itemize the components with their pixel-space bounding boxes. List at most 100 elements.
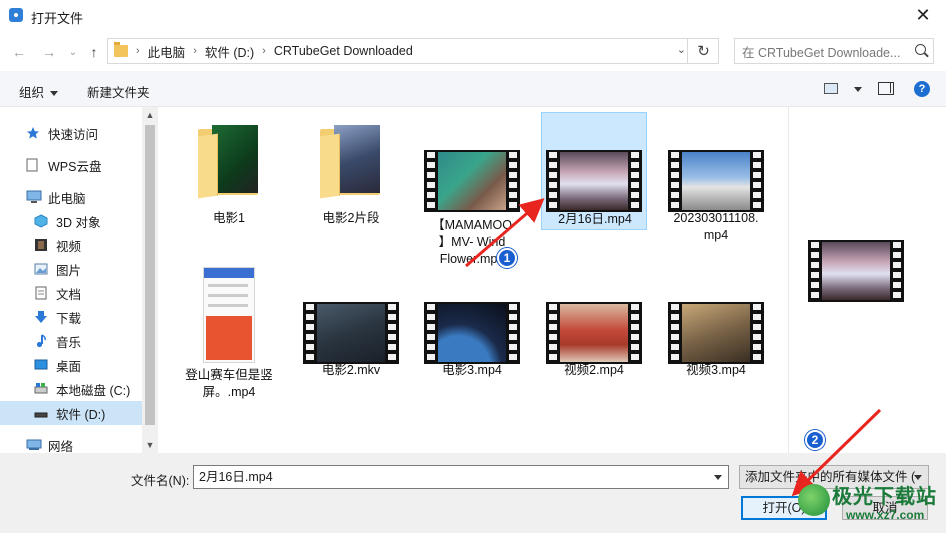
search-placeholder: 在 CRTubeGet Downloade... bbox=[742, 45, 901, 60]
step-badge-2: 2 bbox=[805, 430, 825, 450]
view-options-icon[interactable] bbox=[824, 83, 838, 94]
star-icon bbox=[26, 126, 42, 140]
file-item-video[interactable]: 202303011108. mp4 bbox=[663, 113, 769, 263]
network-icon bbox=[26, 438, 42, 452]
chevron-down-icon[interactable]: ⌄ bbox=[677, 43, 686, 56]
file-item-folder[interactable]: 电影1 bbox=[176, 113, 282, 231]
file-name: 202303011108. mp4 bbox=[663, 210, 769, 244]
file-name-line: 【MAMAMOO bbox=[432, 218, 512, 232]
up-button[interactable]: ↑ bbox=[83, 41, 105, 63]
sidebar-item-drive-d[interactable]: 软件 (D:) bbox=[0, 401, 142, 425]
address-bar[interactable]: › 此电脑 › 软件 (D:) › CRTubeGet Downloaded ⌄ bbox=[107, 38, 719, 64]
title-bar: 打开文件 ✕ bbox=[0, 0, 946, 31]
sidebar-item-label: 图片 bbox=[56, 263, 82, 278]
video-thumbnail bbox=[668, 150, 764, 212]
file-name-line: 登山赛车但是竖 bbox=[185, 368, 273, 382]
file-item-folder[interactable]: 电影2片段 bbox=[298, 113, 404, 231]
sidebar-item-documents[interactable]: 文档 bbox=[0, 281, 142, 305]
video-thumbnail bbox=[546, 150, 642, 212]
video-thumbnail bbox=[303, 302, 399, 364]
sidebar-scrollbar[interactable]: ▲ ▼ bbox=[142, 107, 158, 453]
organize-menu[interactable]: 组织 bbox=[19, 82, 59, 101]
scroll-up-icon[interactable]: ▲ bbox=[142, 107, 158, 123]
drive-icon bbox=[34, 382, 50, 396]
watermark-logo-icon bbox=[798, 484, 830, 516]
sidebar-item-desktop[interactable]: 桌面 bbox=[0, 353, 142, 377]
breadcrumb-folder[interactable]: CRTubeGet Downloaded bbox=[274, 44, 413, 58]
step-badge-1: 1 bbox=[497, 248, 517, 268]
sidebar-item-videos[interactable]: 视频 bbox=[0, 233, 142, 257]
scroll-down-icon[interactable]: ▼ bbox=[142, 437, 158, 453]
sidebar-item-this-pc[interactable]: 此电脑 bbox=[0, 185, 142, 209]
file-item-video[interactable]: 电影2.mkv bbox=[298, 263, 404, 381]
sidebar-item-label: 文档 bbox=[56, 287, 82, 302]
search-icon bbox=[915, 44, 926, 55]
folder-icon bbox=[114, 42, 128, 57]
video-thumbnail bbox=[424, 150, 520, 212]
cube-icon bbox=[34, 214, 50, 228]
sidebar-item-3d-objects[interactable]: 3D 对象 bbox=[0, 209, 142, 233]
file-name: 电影1 bbox=[213, 211, 245, 225]
navigation-bar: ← → ⌄ ↑ › 此电脑 › 软件 (D:) › CRTubeGet Down… bbox=[0, 31, 946, 71]
preview-pane-icon[interactable] bbox=[878, 82, 894, 95]
breadcrumb-drive-d[interactable]: 软件 (D:) bbox=[205, 42, 254, 61]
new-folder-button[interactable]: 新建文件夹 bbox=[87, 82, 150, 101]
sidebar-item-downloads[interactable]: 下载 bbox=[0, 305, 142, 329]
recent-locations-button[interactable]: ⌄ bbox=[62, 41, 84, 63]
sidebar-item-label: 音乐 bbox=[56, 335, 82, 350]
file-item-video-selected[interactable]: 2月16日.mp4 bbox=[541, 112, 647, 230]
file-item-video[interactable]: 【MAMAMOO 】MV- Wind Flower.mp4 bbox=[419, 113, 525, 266]
sidebar-item-label: 3D 对象 bbox=[56, 215, 101, 230]
file-name: 电影3.mp4 bbox=[442, 363, 502, 377]
sidebar-item-label: 视频 bbox=[56, 239, 82, 254]
help-icon[interactable]: ? bbox=[914, 81, 930, 97]
filename-label: 文件名(N): bbox=[131, 474, 190, 488]
download-icon bbox=[34, 310, 50, 324]
computer-icon bbox=[26, 190, 42, 204]
folder-icon bbox=[320, 125, 382, 199]
sidebar-item-drive-c[interactable]: 本地磁盘 (C:) bbox=[0, 377, 142, 401]
file-name: 电影2.mkv bbox=[321, 363, 381, 377]
file-item-video[interactable]: 视频2.mp4 bbox=[541, 263, 647, 381]
file-list: 电影1 电影2片段 【MAMAMOO 】MV- Wind Flower.mp4 … bbox=[160, 107, 788, 453]
sidebar-item-label: 桌面 bbox=[56, 359, 82, 374]
forward-button[interactable]: → bbox=[38, 41, 60, 63]
filename-value: 2月16日.mp4 bbox=[199, 470, 273, 484]
sidebar-item-label: 下载 bbox=[56, 311, 82, 326]
sidebar-item-label: 本地磁盘 (C:) bbox=[56, 383, 131, 398]
back-button[interactable]: ← bbox=[8, 41, 30, 63]
chevron-right-icon: › bbox=[193, 45, 197, 57]
sidebar-item-label: 此电脑 bbox=[48, 191, 86, 206]
navigation-pane: 快速访问 WPS云盘 此电脑 3D 对象 视频 图片 文档 下载 音乐 桌面 本… bbox=[0, 107, 158, 454]
breadcrumb-this-pc[interactable]: 此电脑 bbox=[148, 42, 186, 61]
file-name: 电影2片段 bbox=[322, 211, 380, 225]
file-item-video[interactable]: 登山赛车但是竖 屏。.mp4 bbox=[176, 263, 282, 403]
app-icon bbox=[9, 8, 23, 22]
filename-input[interactable]: 2月16日.mp4 bbox=[193, 465, 729, 489]
sidebar-item-pictures[interactable]: 图片 bbox=[0, 257, 142, 281]
watermark: 极光下载站 www.xz7.com bbox=[796, 478, 944, 528]
drive-icon bbox=[34, 406, 50, 420]
file-item-video[interactable]: 电影3.mp4 bbox=[419, 263, 525, 381]
refresh-button[interactable]: ↻ bbox=[687, 38, 719, 64]
scroll-thumb[interactable] bbox=[145, 125, 155, 425]
video-thumbnail bbox=[424, 302, 520, 364]
organize-label: 组织 bbox=[19, 86, 45, 100]
sidebar-item-label: WPS云盘 bbox=[48, 159, 102, 174]
video-thumbnail bbox=[203, 267, 255, 363]
close-button[interactable]: ✕ bbox=[900, 0, 946, 31]
view-options-caret-icon[interactable] bbox=[854, 87, 862, 92]
search-input[interactable]: 在 CRTubeGet Downloade... bbox=[734, 38, 934, 64]
sidebar-item-music[interactable]: 音乐 bbox=[0, 329, 142, 353]
sidebar-item-quick-access[interactable]: 快速访问 bbox=[0, 121, 142, 145]
desktop-icon bbox=[34, 358, 50, 372]
command-toolbar: 组织 新建文件夹 ? bbox=[0, 71, 946, 107]
cloud-doc-icon bbox=[26, 158, 42, 172]
chevron-down-icon[interactable] bbox=[714, 475, 722, 480]
file-item-video[interactable]: 视频3.mp4 bbox=[663, 263, 769, 381]
preview-thumbnail bbox=[808, 240, 904, 302]
file-name: 视频2.mp4 bbox=[564, 363, 624, 377]
sidebar-item-label: 软件 (D:) bbox=[56, 407, 106, 422]
sidebar-item-wps-cloud[interactable]: WPS云盘 bbox=[0, 153, 142, 177]
video-icon bbox=[34, 238, 50, 252]
